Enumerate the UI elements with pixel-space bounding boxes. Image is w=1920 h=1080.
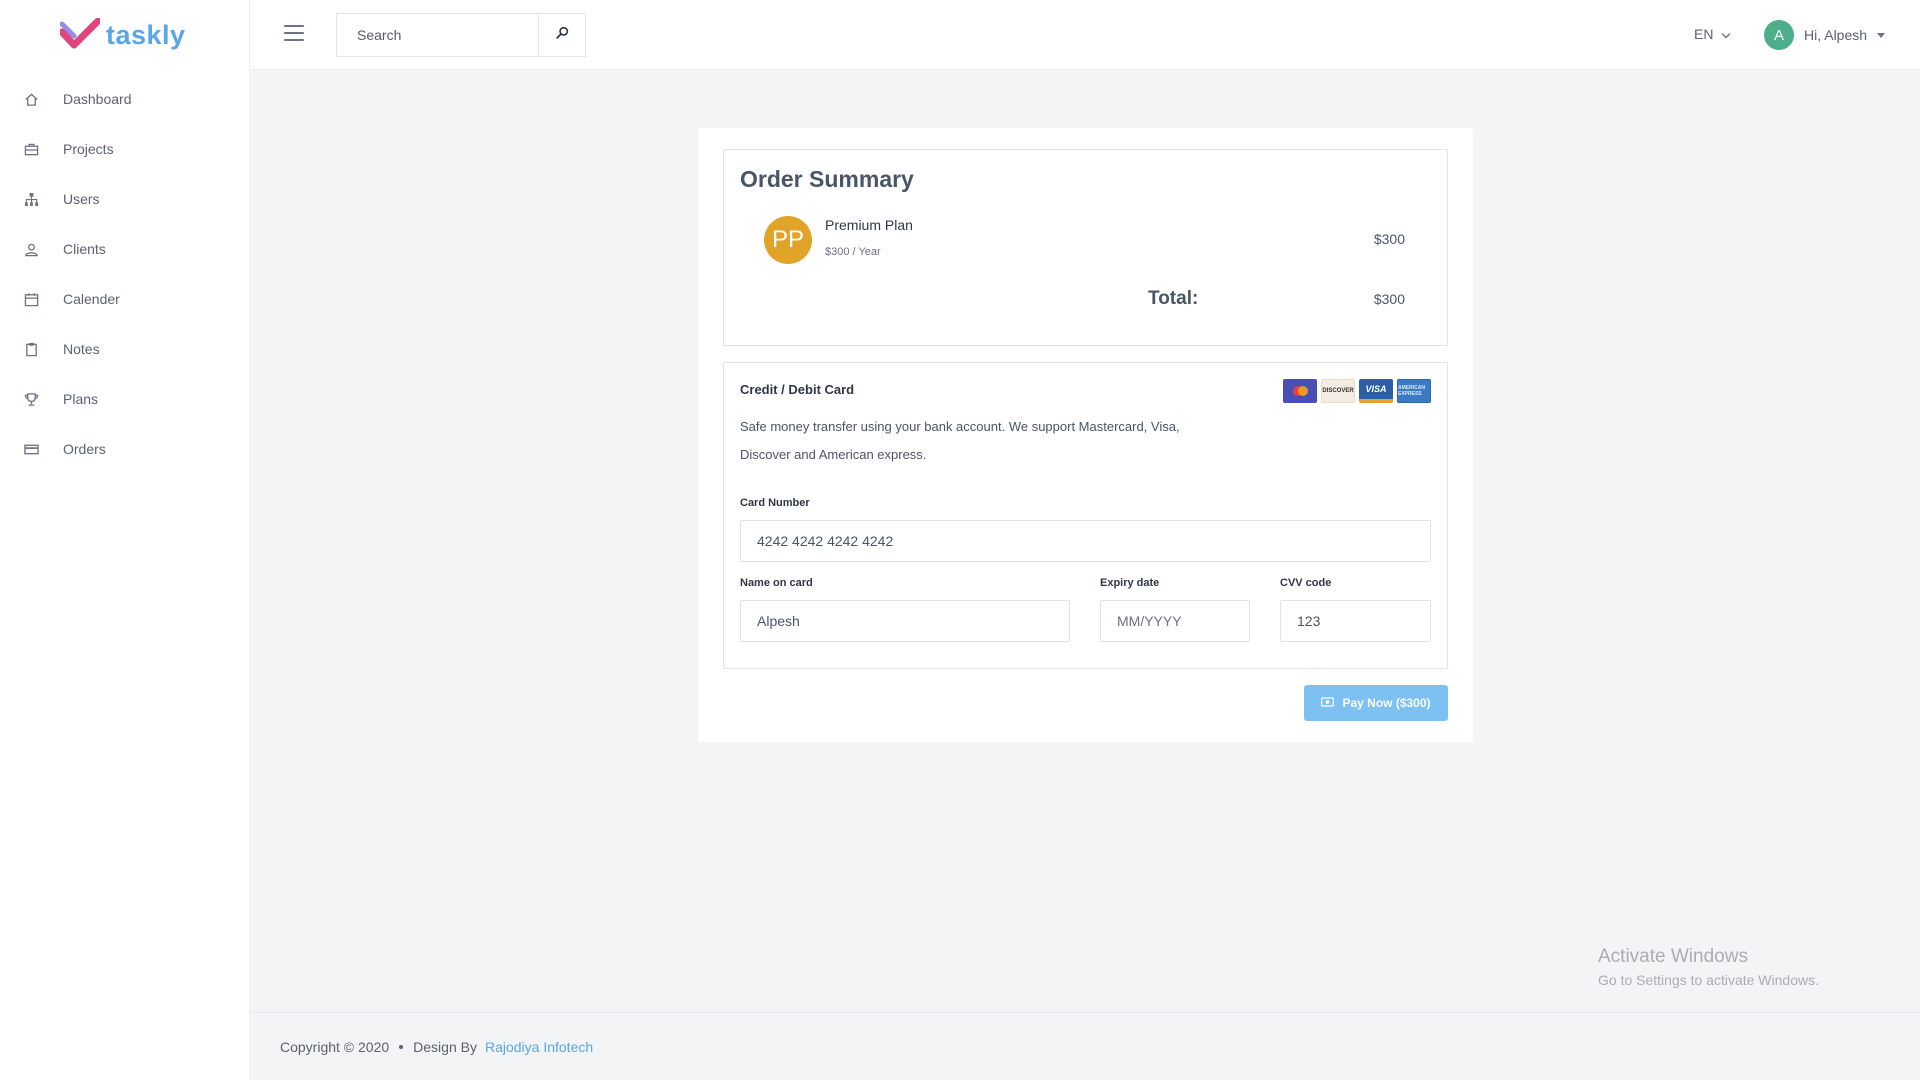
calendar-icon xyxy=(24,292,39,307)
total-label: Total: xyxy=(1148,288,1199,309)
expiry-date-label: Expiry date xyxy=(1100,577,1160,589)
payment-title: Credit / Debit Card xyxy=(740,382,855,397)
sidebar-item-clients[interactable]: Clients xyxy=(0,224,249,274)
payment-panel: Credit / Debit Card DISCOVER VISA AMERIC… xyxy=(723,362,1448,669)
sidebar-item-label: Notes xyxy=(63,341,100,357)
sidebar-item-projects[interactable]: Projects xyxy=(0,124,249,174)
activation-watermark: Activate Windows Go to Settings to activ… xyxy=(1598,946,1819,988)
sidebar: taskly Dashboard Projects Users Clients … xyxy=(0,0,250,1080)
cvv-label: CVV code xyxy=(1280,577,1332,589)
search-box xyxy=(336,13,586,57)
cvv-input[interactable] xyxy=(1280,600,1431,642)
avatar: A xyxy=(1764,20,1794,50)
plan-avatar: PP xyxy=(764,216,812,264)
name-on-card-label: Name on card xyxy=(740,577,813,589)
checkout-card: Order Summary PP Premium Plan $300 / Yea… xyxy=(698,128,1473,742)
order-summary-title: Order Summary xyxy=(740,166,914,192)
pay-now-label: Pay Now ($300) xyxy=(1342,696,1431,710)
sidebar-item-orders[interactable]: Orders xyxy=(0,424,249,474)
page-footer: Copyright © 2020 Design By Rajodiya Info… xyxy=(250,1012,1920,1080)
trophy-icon xyxy=(24,392,39,407)
top-header: EN A Hi, Alpesh xyxy=(250,0,1920,70)
user-menu[interactable]: A Hi, Alpesh xyxy=(1764,20,1886,50)
card-number-input[interactable] xyxy=(740,520,1431,562)
search-button[interactable] xyxy=(538,14,585,56)
watermark-title: Activate Windows xyxy=(1598,946,1748,967)
language-label: EN xyxy=(1694,26,1714,42)
order-summary-panel: Order Summary PP Premium Plan $300 / Yea… xyxy=(723,149,1448,346)
mastercard-icon xyxy=(1283,379,1317,403)
sidebar-item-notes[interactable]: Notes xyxy=(0,324,249,374)
payment-description: Safe money transfer using your bank acco… xyxy=(740,419,1180,462)
sidebar-item-users[interactable]: Users xyxy=(0,174,249,224)
discover-icon: DISCOVER xyxy=(1321,379,1355,403)
search-input[interactable] xyxy=(337,14,538,56)
design-by-text: Design By xyxy=(413,1038,477,1055)
sidebar-nav: Dashboard Projects Users Clients Calende… xyxy=(0,74,249,474)
plan-billing: $300 / Year xyxy=(825,246,881,258)
plan-price: $300 xyxy=(1373,231,1405,247)
card-number-label: Card Number xyxy=(740,497,810,509)
sidebar-item-label: Plans xyxy=(63,391,99,407)
plan-name: Premium Plan xyxy=(825,217,913,233)
brand-name: taskly xyxy=(106,19,186,50)
sidebar-item-plans[interactable]: Plans xyxy=(0,374,249,424)
separator-dot-icon xyxy=(399,1044,404,1049)
checkmark-logo-icon xyxy=(58,17,102,52)
sidebar-item-calender[interactable]: Calender xyxy=(0,274,249,324)
clipboard-icon xyxy=(24,342,39,357)
money-icon xyxy=(1321,696,1335,710)
copyright-text: Copyright © 2020 xyxy=(280,1038,390,1055)
visa-icon: VISA xyxy=(1359,379,1393,403)
home-icon xyxy=(24,92,39,107)
watermark-subtitle: Go to Settings to activate Windows. xyxy=(1598,972,1819,988)
chevron-down-icon xyxy=(1721,26,1731,42)
name-on-card-input[interactable] xyxy=(740,600,1070,642)
user-icon xyxy=(24,242,39,257)
caret-down-icon xyxy=(1877,32,1886,38)
expiry-date-input[interactable] xyxy=(1100,600,1250,642)
sidebar-item-label: Projects xyxy=(63,141,114,157)
sidebar-item-label: Users xyxy=(63,191,100,207)
sidebar-item-label: Orders xyxy=(63,441,106,457)
user-greeting: Hi, Alpesh xyxy=(1804,27,1868,43)
credit-card-icon xyxy=(24,442,39,457)
menu-toggle-icon[interactable] xyxy=(284,25,304,41)
brand-logo[interactable]: taskly xyxy=(0,0,249,70)
designer-link[interactable]: Rajodiya Infotech xyxy=(485,1039,593,1055)
sidebar-item-label: Calender xyxy=(63,291,120,307)
pay-now-button[interactable]: Pay Now ($300) xyxy=(1304,685,1448,721)
sidebar-item-dashboard[interactable]: Dashboard xyxy=(0,74,249,124)
amex-icon: AMERICAN EXPRESS xyxy=(1397,379,1431,403)
accepted-cards: DISCOVER VISA AMERICAN EXPRESS xyxy=(1283,379,1431,403)
sitemap-icon xyxy=(24,192,39,207)
search-icon xyxy=(555,26,569,44)
total-value: $300 xyxy=(1373,291,1405,307)
briefcase-icon xyxy=(24,142,39,157)
sidebar-item-label: Clients xyxy=(63,241,106,257)
sidebar-item-label: Dashboard xyxy=(63,91,132,107)
language-selector[interactable]: EN xyxy=(1694,26,1731,42)
